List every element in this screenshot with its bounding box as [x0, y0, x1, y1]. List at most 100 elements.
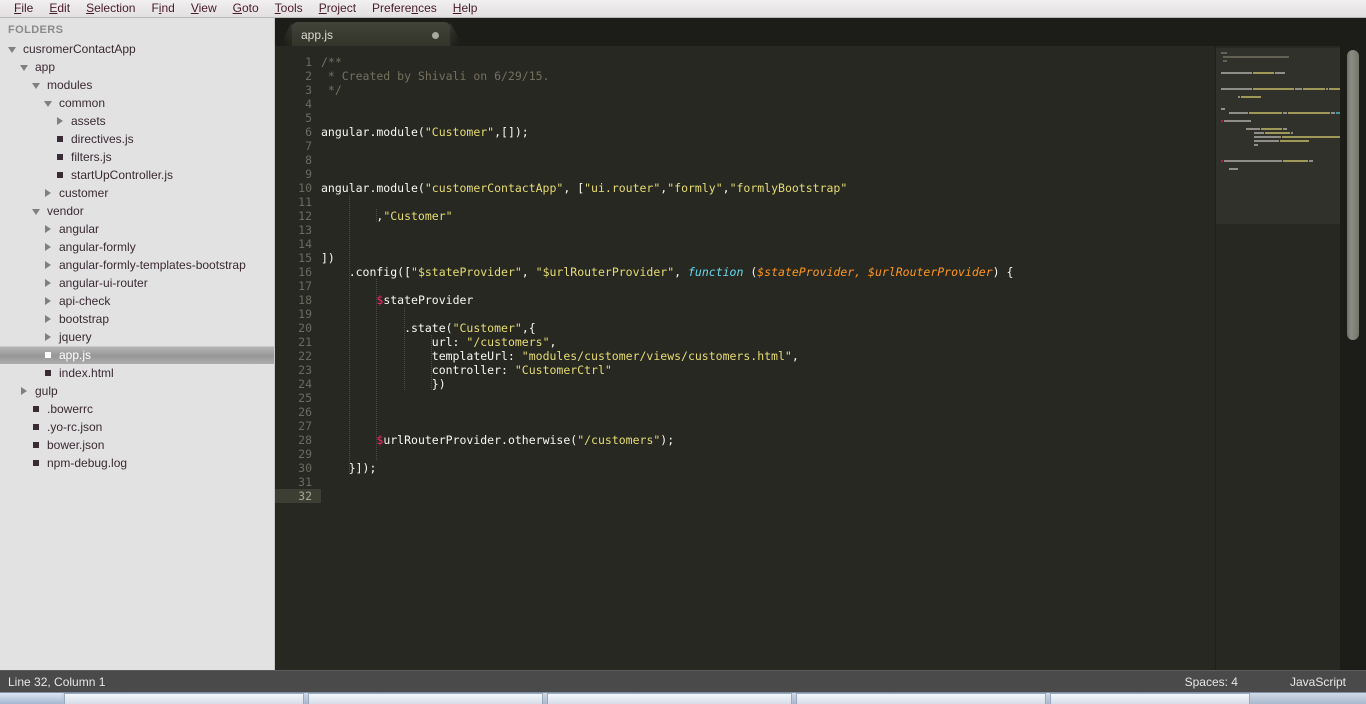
code-line[interactable]: 5 — [275, 111, 1366, 125]
code-line[interactable]: 11 — [275, 195, 1366, 209]
tree-item-angular-ui-router[interactable]: angular-ui-router — [0, 274, 274, 292]
code-line[interactable]: 13 — [275, 223, 1366, 237]
code-line[interactable]: 8 — [275, 153, 1366, 167]
code-line[interactable]: 9 — [275, 167, 1366, 181]
tree-item-bower-json[interactable]: bower.json — [0, 436, 274, 454]
code-line[interactable]: 24 }) — [275, 377, 1366, 391]
code-line[interactable]: 7 — [275, 139, 1366, 153]
tree-item-npm-debug-log[interactable]: npm-debug.log — [0, 454, 274, 472]
cursor-position-status[interactable]: Line 32, Column 1 — [0, 675, 105, 689]
code-line[interactable]: 6 angular.module("Customer",[]); — [275, 125, 1366, 139]
code-line[interactable]: 4 — [275, 97, 1366, 111]
tree-item-jquery[interactable]: jquery — [0, 328, 274, 346]
scrollbar-thumb[interactable] — [1347, 50, 1359, 340]
code-line[interactable]: 30 }]); — [275, 461, 1366, 475]
code-line[interactable]: 22 templateUrl: "modules/customer/views/… — [275, 349, 1366, 363]
menu-item-edit[interactable]: Edit — [41, 0, 78, 17]
chevron-down-icon[interactable] — [32, 202, 42, 220]
tree-item-bootstrap[interactable]: bootstrap — [0, 310, 274, 328]
tree-item-cusromercontactapp[interactable]: cusromerContactApp — [0, 40, 274, 58]
tree-item-modules[interactable]: modules — [0, 76, 274, 94]
tree-item-app[interactable]: app — [0, 58, 274, 76]
tab-app-js[interactable]: app.js — [291, 22, 451, 48]
tree-item-gulp[interactable]: gulp — [0, 382, 274, 400]
start-button[interactable] — [0, 693, 62, 704]
tree-item-directives-js[interactable]: directives.js — [0, 130, 274, 148]
minimap[interactable] — [1215, 46, 1340, 682]
code-line[interactable]: 25 — [275, 391, 1366, 405]
chevron-right-icon[interactable] — [44, 238, 54, 256]
tree-item-app-js[interactable]: app.js — [0, 346, 274, 364]
code-line[interactable]: 3 */ — [275, 83, 1366, 97]
tree-item-angular[interactable]: angular — [0, 220, 274, 238]
code-line[interactable]: 2 * Created by Shivali on 6/29/15. — [275, 69, 1366, 83]
code-line[interactable]: 18 $stateProvider — [275, 293, 1366, 307]
code-line[interactable]: 16 .config(["$stateProvider", "$urlRoute… — [275, 265, 1366, 279]
code-line[interactable]: 27 — [275, 419, 1366, 433]
chevron-down-icon[interactable] — [32, 76, 42, 94]
sidebar-file-tree[interactable]: FOLDERS cusromerContactApp app modules comm… — [0, 18, 275, 682]
chevron-down-icon[interactable] — [8, 40, 18, 58]
menu-item-find[interactable]: Find — [143, 0, 182, 17]
chevron-right-icon[interactable] — [44, 310, 54, 328]
indentation-status[interactable]: Spaces: 4 — [1185, 675, 1238, 689]
taskbar-item[interactable] — [796, 693, 1046, 704]
tree-item-startupcontroller-js[interactable]: startUpController.js — [0, 166, 274, 184]
menu-item-view[interactable]: View — [183, 0, 225, 17]
chevron-right-icon[interactable] — [44, 256, 54, 274]
syntax-status[interactable]: JavaScript — [1290, 675, 1346, 689]
chevron-down-icon[interactable] — [20, 58, 30, 76]
code-line[interactable]: 1 /** — [275, 55, 1366, 69]
menu-item-file[interactable]: File — [6, 0, 41, 17]
code-line[interactable]: 26 — [275, 405, 1366, 419]
taskbar-item[interactable] — [308, 693, 543, 704]
tree-item-yo-rc-json[interactable]: .yo-rc.json — [0, 418, 274, 436]
taskbar-item[interactable] — [1050, 693, 1250, 704]
tree-item-bowerrc[interactable]: .bowerrc — [0, 400, 274, 418]
menu-item-project[interactable]: Project — [311, 0, 364, 17]
code-line[interactable]: 12 ,"Customer" — [275, 209, 1366, 223]
code-line[interactable]: 17 — [275, 279, 1366, 293]
code-line[interactable]: 14 — [275, 237, 1366, 251]
code-editor-area[interactable]: 1/** 2 * Created by Shivali on 6/29/15. 3 … — [275, 46, 1366, 682]
chevron-right-icon[interactable] — [44, 184, 54, 202]
menu-item-tools[interactable]: Tools — [267, 0, 311, 17]
code-line[interactable]: 10 angular.module("customerContactApp", [… — [275, 181, 1366, 195]
tree-item-angular-formly[interactable]: angular-formly — [0, 238, 274, 256]
code-line[interactable]: 31 — [275, 475, 1366, 489]
chevron-down-icon[interactable] — [44, 94, 54, 112]
taskbar-item[interactable] — [547, 693, 792, 704]
tree-item-index-html[interactable]: index.html — [0, 364, 274, 382]
code-line[interactable]: 29 — [275, 447, 1366, 461]
folder-tree-list[interactable]: cusromerContactApp app modules common assets… — [0, 40, 274, 472]
code-line[interactable]: 28 $urlRouterProvider.otherwise("/custom… — [275, 433, 1366, 447]
code-lines[interactable]: 1/** 2 * Created by Shivali on 6/29/15. 3 … — [275, 46, 1366, 503]
tree-item-assets[interactable]: assets — [0, 112, 274, 130]
code-line[interactable]: 23 controller: "CustomerCtrl" — [275, 363, 1366, 377]
chevron-right-icon[interactable] — [44, 220, 54, 238]
chevron-right-icon[interactable] — [44, 274, 54, 292]
code-line[interactable]: 21 url: "/customers", — [275, 335, 1366, 349]
tree-item-customer[interactable]: customer — [0, 184, 274, 202]
menu-item-selection[interactable]: Selection — [78, 0, 143, 17]
code-line[interactable]: 20 .state("Customer",{ — [275, 321, 1366, 335]
tab-dirty-indicator-icon[interactable] — [432, 32, 439, 39]
menu-item-goto[interactable]: Goto — [225, 0, 267, 17]
code-line[interactable]: 15]) — [275, 251, 1366, 265]
minimap-viewport[interactable] — [1216, 48, 1340, 224]
chevron-right-icon[interactable] — [44, 292, 54, 310]
vertical-scrollbar[interactable] — [1340, 46, 1366, 682]
menu-item-preferences[interactable]: Preferences — [364, 0, 445, 17]
code-line[interactable]: 32 — [275, 489, 1366, 503]
chevron-right-icon[interactable] — [44, 328, 54, 346]
menu-item-help[interactable]: Help — [445, 0, 486, 17]
tree-item-filters-js[interactable]: filters.js — [0, 148, 274, 166]
chevron-right-icon[interactable] — [56, 112, 66, 130]
tree-item-common[interactable]: common — [0, 94, 274, 112]
taskbar-item[interactable] — [64, 693, 304, 704]
chevron-right-icon[interactable] — [20, 382, 30, 400]
tree-item-api-check[interactable]: api-check — [0, 292, 274, 310]
tree-item-vendor[interactable]: vendor — [0, 202, 274, 220]
code-line[interactable]: 19 — [275, 307, 1366, 321]
tree-item-angular-formly-templates-bootstrap[interactable]: angular-formly-templates-bootstrap — [0, 256, 274, 274]
